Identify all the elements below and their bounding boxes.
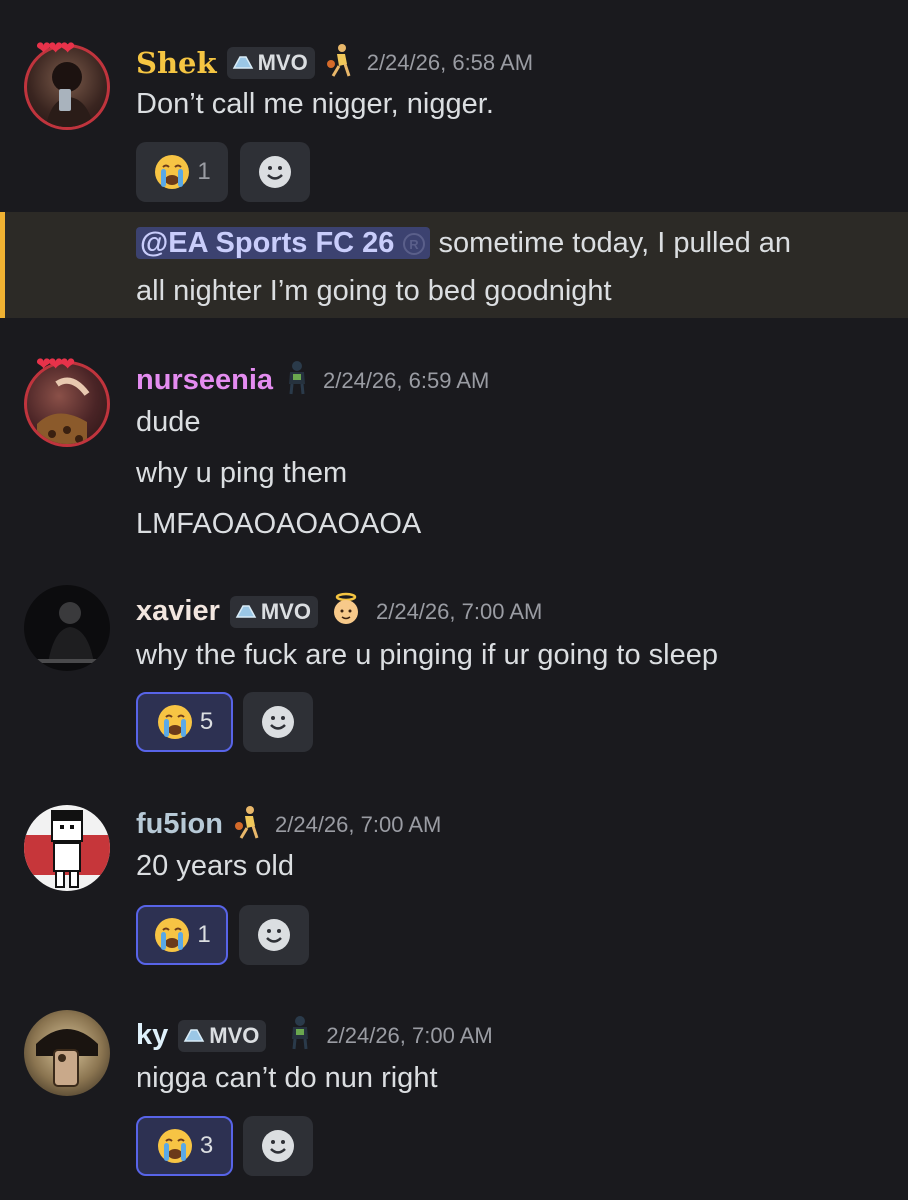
diamond-icon [235, 604, 257, 618]
add-reaction-button[interactable] [239, 905, 309, 965]
mention-text: @EA Sports FC 26 [140, 227, 395, 259]
avatar-photo-icon [30, 602, 104, 663]
timestamp: 2/24/26, 6:59 AM [323, 367, 490, 393]
sob-emoji [157, 705, 192, 739]
message-text: sometime today, I pulled an [438, 227, 792, 259]
username[interactable]: Shek [136, 46, 217, 80]
reaction-sob[interactable]: 3 [136, 1116, 233, 1176]
add-reaction-button[interactable] [243, 692, 313, 752]
message-header: fu5ion 2/24/26, 7:00 AM [136, 804, 441, 845]
timestamp: 2/24/26, 7:00 AM [375, 598, 543, 624]
add-reaction-button[interactable] [240, 142, 310, 202]
basketball-player-icon [325, 42, 355, 83]
sob-emoji [157, 1129, 192, 1163]
sob-emoji [155, 918, 190, 952]
message-text: why the fuck are u pinging if ur going t… [136, 639, 718, 671]
registered-icon: R [403, 233, 426, 255]
username[interactable]: nurseenia [136, 364, 273, 397]
angel-baby-icon [328, 591, 364, 632]
avatar[interactable] [24, 585, 110, 671]
reaction-count: 3 [199, 1132, 214, 1159]
svg-text:R: R [410, 237, 420, 252]
badge-label: MVO [257, 49, 308, 75]
add-reaction-button[interactable] [243, 1116, 313, 1176]
message-text: 20 years old [136, 850, 294, 882]
timestamp: 2/24/26, 6:58 AM [366, 49, 534, 75]
smiley-icon [259, 156, 291, 188]
avatar[interactable] [24, 805, 110, 891]
reaction-count: 5 [199, 708, 214, 735]
mention-pill[interactable]: @EA Sports FC 26 R [136, 227, 431, 259]
smiley-icon [262, 706, 294, 738]
smiley-icon [258, 919, 290, 951]
username[interactable]: xavier [136, 595, 220, 628]
timestamp: 2/24/26, 7:00 AM [326, 1022, 493, 1048]
hearts-decoration-icon: ❤❤❤ [36, 38, 75, 58]
avatar-photo-icon [36, 1029, 98, 1087]
mvo-badge[interactable]: MVO [226, 46, 315, 79]
diamond-icon [232, 55, 253, 69]
message-text: nigga can’t do nun right [136, 1062, 438, 1094]
message-header: Shek MVO 2/24/26, 6:58 AM [136, 42, 533, 83]
mvo-badge[interactable]: MVO [178, 1019, 267, 1052]
sob-emoji [155, 155, 190, 189]
mvo-badge[interactable]: MVO [229, 595, 318, 628]
message-header: xavier MVO 2/24/26, 7:00 AM [136, 591, 542, 632]
message-text: why u ping them [136, 457, 348, 489]
username[interactable]: fu5ion [136, 808, 223, 841]
hearts-decoration-icon: ❤❤❤ [36, 354, 75, 374]
chat-view: ❤❤❤ Shek MVO 2/24/26, 6:58 AM Don’t call… [0, 0, 908, 1200]
timestamp: 2/24/26, 7:00 AM [275, 811, 442, 837]
mention-message-line-1: @EA Sports FC 26 R sometime today, I pul… [136, 218, 791, 269]
message-text: all nighter I’m going to bed goodnight [136, 275, 612, 307]
reaction-sob[interactable]: 1 [136, 142, 228, 202]
avatar-photo-icon [24, 810, 110, 888]
smiley-icon [262, 1130, 294, 1162]
avatar-photo-icon [37, 377, 90, 444]
reaction-count: 1 [197, 921, 211, 948]
avatar[interactable] [24, 1010, 110, 1096]
username[interactable]: ky [136, 1019, 168, 1052]
football-player-icon [283, 360, 311, 401]
message-text: LMFAOAOAOAOAOA [136, 508, 422, 540]
badge-label: MVO [260, 598, 311, 624]
reaction-sob[interactable]: 5 [136, 692, 233, 752]
message-text: dude [136, 406, 201, 438]
message-header: nurseenia 2/24/26, 6:59 AM [136, 360, 489, 401]
avatar-photo-icon [45, 62, 94, 127]
badge-label: MVO [209, 1022, 260, 1048]
message-header: ky MVO 2/24/26, 7:00 AM [136, 1015, 493, 1056]
football-player-icon [286, 1015, 314, 1056]
basketball-player-icon [233, 804, 263, 845]
reaction-sob[interactable]: 1 [136, 905, 228, 965]
message-text: Don’t call me nigger, nigger. [136, 88, 494, 120]
diamond-icon [184, 1028, 205, 1042]
reaction-count: 1 [197, 158, 211, 185]
